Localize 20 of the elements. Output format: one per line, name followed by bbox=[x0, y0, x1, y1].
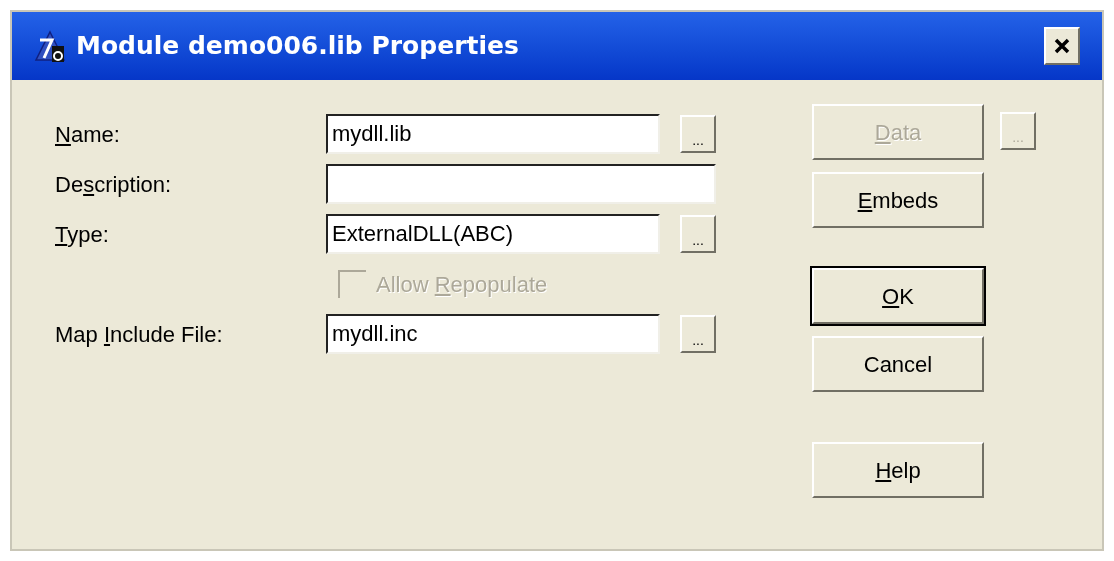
checkbox-label: Allow Repopulate bbox=[376, 270, 548, 299]
close-button[interactable] bbox=[1044, 27, 1080, 65]
field-label: Type: bbox=[55, 220, 110, 249]
dialog-button[interactable]: OK bbox=[812, 268, 984, 324]
browse-button[interactable]: ... bbox=[680, 215, 716, 253]
dialog-button[interactable]: Help bbox=[812, 442, 984, 498]
field-label: Description: bbox=[55, 170, 173, 199]
field-label: Map Include File: bbox=[55, 320, 224, 349]
dialog-button[interactable]: Embeds bbox=[812, 172, 984, 228]
close-icon bbox=[1054, 38, 1070, 54]
input-field[interactable]: mydll.lib bbox=[326, 114, 660, 154]
input-field[interactable] bbox=[326, 164, 716, 204]
field-label: Name: bbox=[55, 120, 121, 149]
browse-button[interactable]: ... bbox=[680, 315, 716, 353]
dialog-button[interactable]: Cancel bbox=[812, 336, 984, 392]
window-title: Module demo006.lib Properties bbox=[76, 30, 520, 63]
browse-button[interactable]: ... bbox=[680, 115, 716, 153]
input-field[interactable]: ExternalDLL(ABC) bbox=[326, 214, 660, 254]
app-icon bbox=[34, 28, 66, 64]
input-field[interactable]: mydll.inc bbox=[326, 314, 660, 354]
